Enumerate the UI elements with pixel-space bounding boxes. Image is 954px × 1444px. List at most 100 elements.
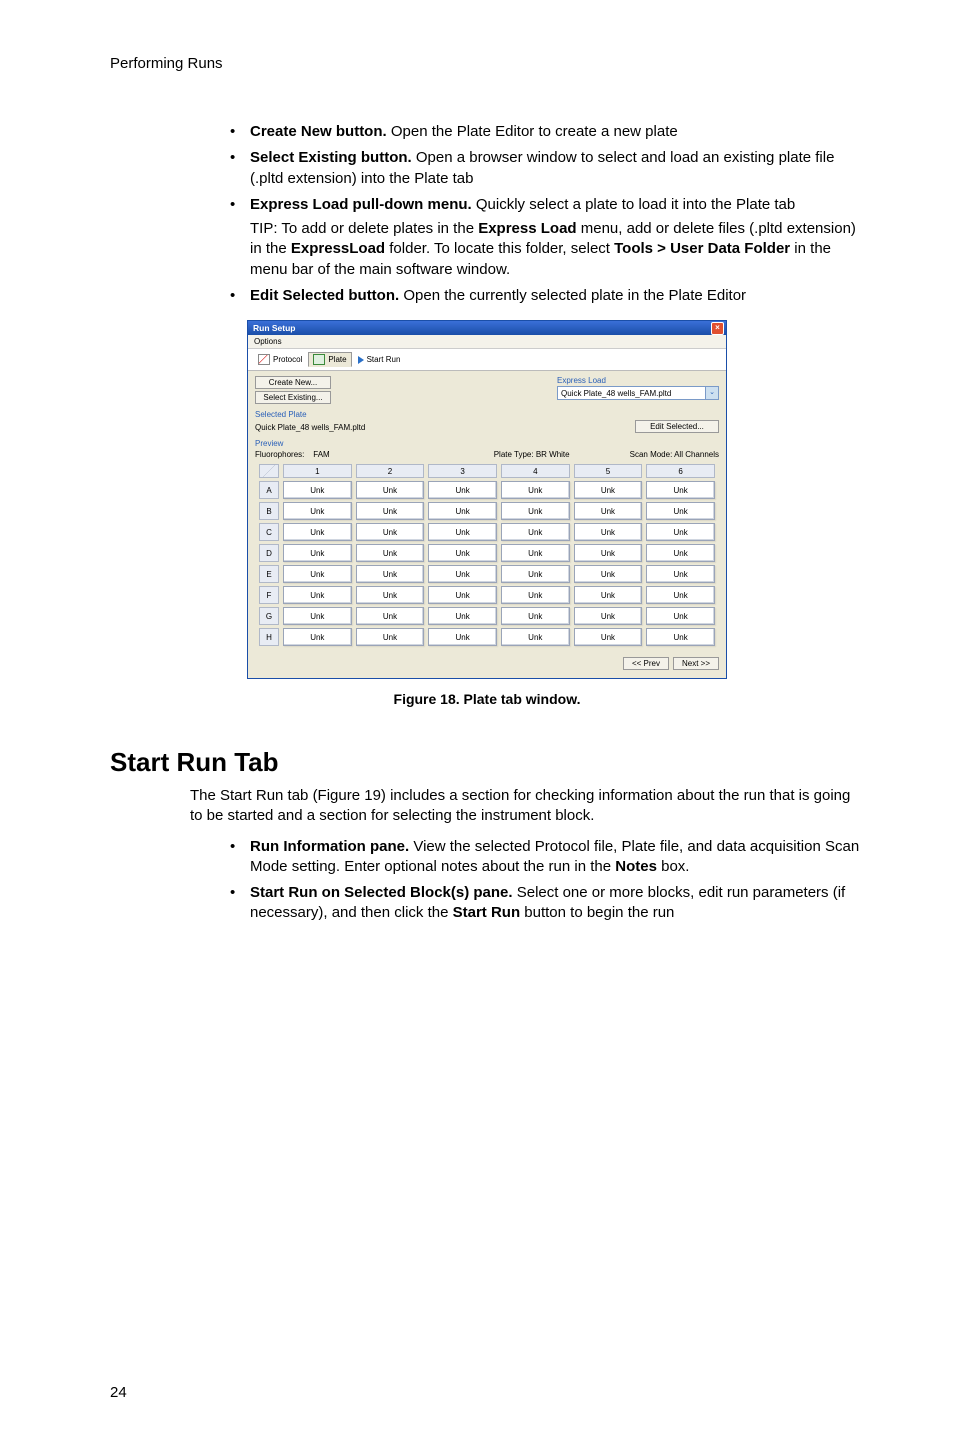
well-cell[interactable]: Unk (356, 628, 425, 646)
well-cell[interactable]: Unk (356, 481, 425, 499)
well-cell[interactable]: Unk (574, 607, 643, 625)
well-cell[interactable]: Unk (428, 523, 497, 541)
row-header: G (259, 607, 279, 625)
plate-icon (313, 354, 325, 365)
well-cell[interactable]: Unk (428, 544, 497, 562)
well-cell[interactable]: Unk (574, 502, 643, 520)
well-cell[interactable]: Unk (283, 565, 352, 583)
tip-paragraph: TIP: To add or delete plates in the Expr… (250, 219, 864, 280)
express-load-dropdown[interactable]: Quick Plate_48 wells_FAM.pltd ⌄ (557, 386, 719, 400)
col-header: 6 (646, 464, 715, 478)
tab-start-run[interactable]: Start Run (354, 354, 405, 365)
select-existing-button[interactable]: Select Existing... (255, 391, 331, 404)
well-cell[interactable]: Unk (428, 607, 497, 625)
well-cell[interactable]: Unk (356, 607, 425, 625)
bottom-bullet-list: Run Information pane. View the selected … (230, 837, 864, 924)
well-cell[interactable]: Unk (356, 565, 425, 583)
well-cell[interactable]: Unk (428, 481, 497, 499)
well-cell[interactable]: Unk (646, 523, 715, 541)
well-cell[interactable]: Unk (283, 523, 352, 541)
well-cell[interactable]: Unk (356, 502, 425, 520)
prev-button[interactable]: << Prev (623, 657, 669, 670)
titlebar: Run Setup × (248, 321, 726, 335)
well-cell[interactable]: Unk (283, 502, 352, 520)
row-header: B (259, 502, 279, 520)
edit-selected-button[interactable]: Edit Selected... (635, 420, 719, 433)
window-title: Run Setup (253, 323, 296, 333)
corner-cell (259, 464, 279, 478)
top-bullet-list: Create New button. Open the Plate Editor… (230, 122, 864, 306)
express-load-label: Express Load (557, 376, 719, 385)
col-header: 3 (428, 464, 497, 478)
plate-grid: 1 2 3 4 5 6 AUnkUnkUnkUnkUnkUnkBUnkUnkUn… (255, 461, 719, 649)
well-cell[interactable]: Unk (574, 544, 643, 562)
well-cell[interactable]: Unk (574, 586, 643, 604)
well-cell[interactable]: Unk (501, 544, 570, 562)
row-header: D (259, 544, 279, 562)
row-header: C (259, 523, 279, 541)
selected-plate-value: Quick Plate_48 wells_FAM.pltd (255, 423, 365, 432)
row-header: H (259, 628, 279, 646)
well-cell[interactable]: Unk (501, 481, 570, 499)
chart-icon (258, 354, 270, 365)
col-header: 1 (283, 464, 352, 478)
chevron-down-icon: ⌄ (705, 387, 718, 399)
running-head: Performing Runs (110, 55, 864, 72)
well-cell[interactable]: Unk (428, 565, 497, 583)
row-header: F (259, 586, 279, 604)
figure-caption: Figure 18. Plate tab window. (110, 691, 864, 707)
well-cell[interactable]: Unk (574, 565, 643, 583)
well-cell[interactable]: Unk (646, 502, 715, 520)
well-cell[interactable]: Unk (356, 523, 425, 541)
well-cell[interactable]: Unk (428, 586, 497, 604)
row-header: E (259, 565, 279, 583)
well-cell[interactable]: Unk (283, 544, 352, 562)
list-item: Express Load pull-down menu. Quickly sel… (230, 195, 864, 280)
well-cell[interactable]: Unk (646, 544, 715, 562)
tab-plate[interactable]: Plate (308, 352, 351, 367)
list-item: Create New button. Open the Plate Editor… (230, 122, 864, 142)
create-new-button[interactable]: Create New... (255, 376, 331, 389)
well-cell[interactable]: Unk (501, 502, 570, 520)
section-heading: Start Run Tab (110, 747, 864, 778)
well-cell[interactable]: Unk (283, 586, 352, 604)
well-cell[interactable]: Unk (356, 544, 425, 562)
well-cell[interactable]: Unk (501, 586, 570, 604)
col-header: 4 (501, 464, 570, 478)
well-cell[interactable]: Unk (646, 607, 715, 625)
well-cell[interactable]: Unk (283, 628, 352, 646)
well-cell[interactable]: Unk (283, 481, 352, 499)
well-cell[interactable]: Unk (646, 481, 715, 499)
well-cell[interactable]: Unk (283, 607, 352, 625)
well-cell[interactable]: Unk (646, 565, 715, 583)
section-lead: The Start Run tab (Figure 19) includes a… (190, 786, 864, 827)
page-number: 24 (110, 1384, 127, 1401)
list-item: Edit Selected button. Open the currently… (230, 286, 864, 306)
well-cell[interactable]: Unk (646, 586, 715, 604)
close-icon[interactable]: × (711, 322, 724, 335)
row-header: A (259, 481, 279, 499)
run-setup-window: Run Setup × Options Protocol Plate Start… (247, 320, 727, 679)
tab-protocol[interactable]: Protocol (254, 353, 306, 366)
well-cell[interactable]: Unk (574, 481, 643, 499)
well-cell[interactable]: Unk (356, 586, 425, 604)
well-cell[interactable]: Unk (646, 628, 715, 646)
well-cell[interactable]: Unk (501, 565, 570, 583)
well-cell[interactable]: Unk (501, 607, 570, 625)
list-item: Start Run on Selected Block(s) pane. Sel… (230, 883, 864, 924)
arrow-right-icon (358, 356, 364, 364)
menubar[interactable]: Options (248, 335, 726, 349)
col-header: 5 (574, 464, 643, 478)
well-cell[interactable]: Unk (428, 628, 497, 646)
next-button[interactable]: Next >> (673, 657, 719, 670)
well-cell[interactable]: Unk (501, 523, 570, 541)
list-item: Run Information pane. View the selected … (230, 837, 864, 878)
well-cell[interactable]: Unk (428, 502, 497, 520)
well-cell[interactable]: Unk (574, 523, 643, 541)
tabstrip: Protocol Plate Start Run (248, 349, 726, 371)
col-header: 2 (356, 464, 425, 478)
well-cell[interactable]: Unk (574, 628, 643, 646)
selected-plate-label: Selected Plate (255, 410, 719, 419)
preview-label: Preview (255, 439, 719, 448)
well-cell[interactable]: Unk (501, 628, 570, 646)
